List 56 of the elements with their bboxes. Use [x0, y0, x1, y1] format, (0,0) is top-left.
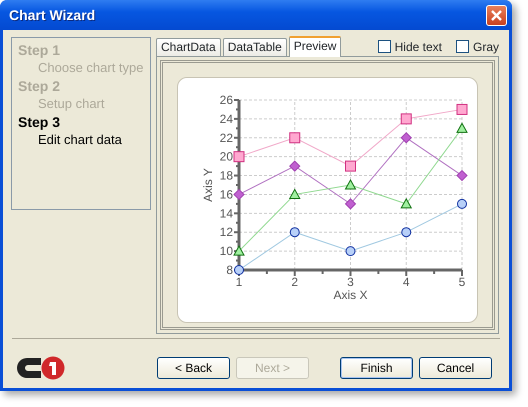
step-title: Step 2: [18, 77, 62, 95]
tab[interactable]: Preview: [288, 36, 342, 57]
data-point: [234, 265, 244, 275]
tick-label: 4: [402, 275, 410, 289]
wizard-button[interactable]: Cancel: [419, 357, 492, 379]
close-button[interactable]: [486, 4, 507, 26]
step-label: Setup chart: [37, 95, 106, 113]
data-point: [345, 160, 356, 172]
step-label: Edit chart data: [37, 131, 123, 149]
tick-label: 24: [220, 112, 233, 126]
wizard-button[interactable]: < Back: [157, 357, 230, 379]
data-point: [233, 245, 245, 256]
data-point: [344, 178, 356, 190]
checkbox-label: Hide text: [394, 38, 442, 56]
close-icon: [490, 8, 503, 22]
tick-label: 18: [220, 168, 233, 183]
tick-label: 5: [458, 275, 466, 289]
data-point: [400, 113, 412, 124]
step-title: Step 3: [18, 113, 62, 131]
data-point: [456, 170, 468, 182]
tick-label: 26: [220, 93, 233, 107]
window-title: Chart Wizard: [9, 6, 96, 24]
checkbox[interactable]: [456, 40, 469, 53]
tick-label: 20: [220, 150, 233, 164]
data-point: [289, 160, 300, 172]
checkbox[interactable]: [378, 40, 391, 53]
wizard-button[interactable]: Finish: [340, 357, 413, 379]
tab[interactable]: DataTable: [222, 38, 287, 56]
tick-label: 3: [347, 275, 354, 289]
checkbox-label: Gray: [472, 38, 499, 56]
tick-label: 2: [291, 275, 298, 289]
tick-label: 8: [226, 263, 233, 277]
data-point: [456, 122, 468, 133]
data-point: [457, 198, 467, 209]
data-point: [290, 227, 300, 238]
tick-label: 16: [220, 187, 233, 202]
tab[interactable]: ChartData: [156, 38, 221, 56]
data-point: [400, 198, 412, 208]
data-point: [234, 151, 244, 162]
data-point: [456, 104, 468, 115]
step-label: Choose chart type: [37, 59, 144, 77]
data-point: [401, 227, 412, 238]
axis-title: Axis X: [334, 288, 368, 302]
axis-title: Axis Y: [201, 168, 215, 202]
data-point: [344, 198, 356, 210]
data-point: [288, 188, 301, 199]
data-point: [346, 246, 356, 256]
data-point: [233, 188, 245, 200]
data-point: [400, 132, 412, 144]
tick-label: 1: [236, 275, 242, 289]
tick-label: 14: [220, 206, 233, 220]
data-point: [289, 132, 300, 144]
step-title: Step 1: [18, 41, 62, 59]
tick-label: 12: [220, 225, 233, 240]
tick-label: 22: [220, 130, 233, 145]
tick-label: 10: [220, 244, 233, 258]
